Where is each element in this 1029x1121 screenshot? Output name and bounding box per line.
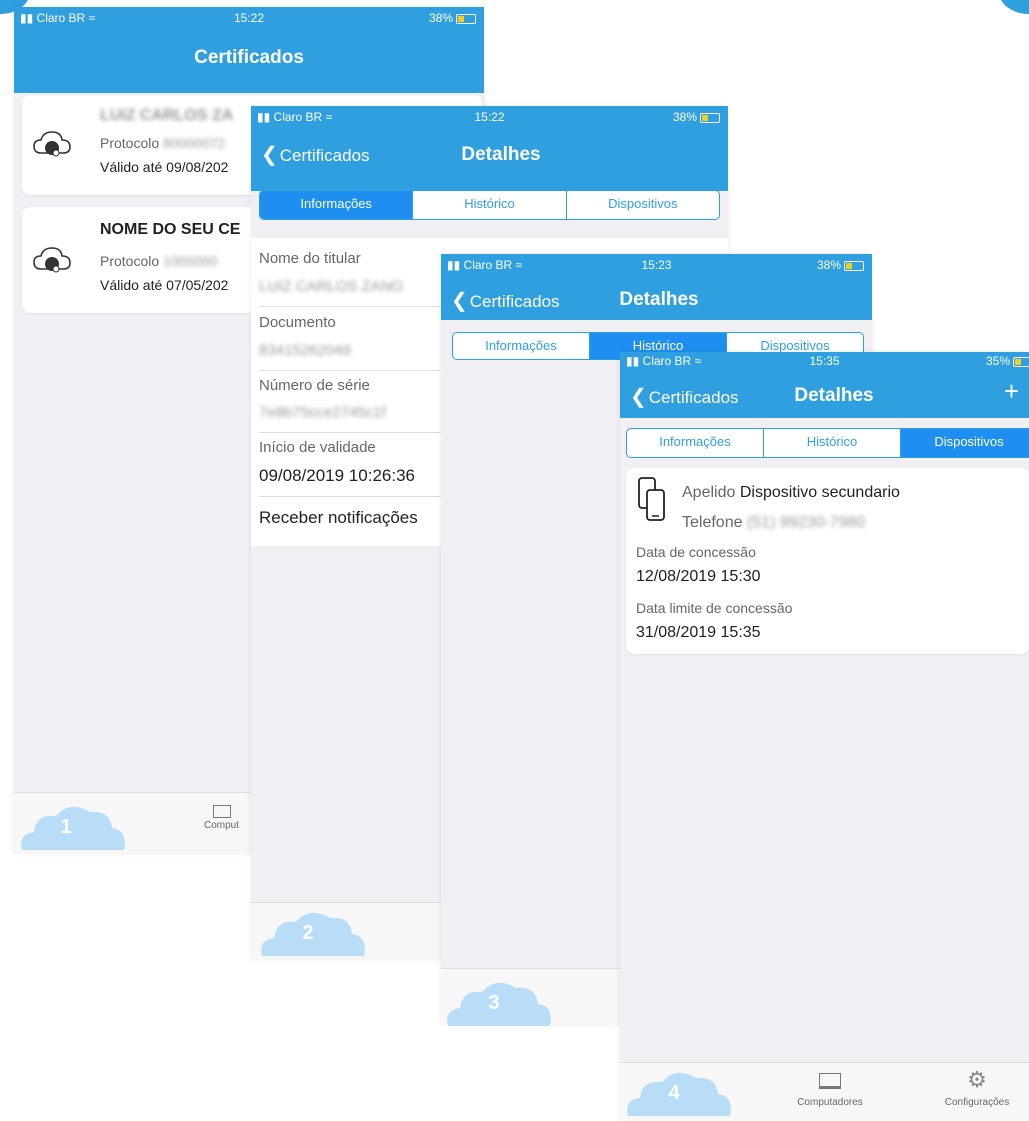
tab-historico[interactable]: Histórico xyxy=(412,191,565,219)
grant-label: Data de concessão xyxy=(636,544,756,560)
laptop-icon xyxy=(819,1073,841,1089)
status-bar: ▮▮ Claro BR ≈ 15:22 38% xyxy=(251,110,728,126)
cloud-certificate-icon xyxy=(33,131,71,157)
field-value: 83415262049 xyxy=(259,342,351,359)
battery-icon xyxy=(456,13,476,24)
segmented-control: Informações Histórico Dispositivos xyxy=(259,190,720,220)
status-time: 15:23 xyxy=(641,258,672,272)
page-title: Detalhes xyxy=(461,144,541,165)
page-title: Certificados xyxy=(194,47,304,68)
battery-icon xyxy=(700,112,720,123)
limit-value: 31/08/2019 15:35 xyxy=(636,624,761,641)
valid-value: 07/05/202 xyxy=(166,277,229,293)
page-title: Detalhes xyxy=(619,289,699,310)
valid-label: Válido até xyxy=(100,159,163,175)
tab-informacoes[interactable]: Informações xyxy=(260,191,413,219)
status-time: 15:22 xyxy=(474,110,505,124)
valid-value: 09/08/202 xyxy=(166,159,229,175)
tab-dispositivos[interactable]: Dispositivos xyxy=(900,429,1029,457)
tab-settings-label: Configurações xyxy=(944,1097,1010,1108)
status-bar: ▮▮ Claro BR ≈ 15:23 38% xyxy=(441,258,872,274)
tab-computers-label: Computadores xyxy=(797,1097,863,1108)
step-badge-label: 2 xyxy=(302,922,314,944)
valid-row: Válido até 07/05/202 xyxy=(100,277,228,293)
device-card[interactable]: Apelido Dispositivo secundario Telefone … xyxy=(626,468,1029,654)
page-title: Detalhes xyxy=(794,385,874,406)
protocol-label: Protocolo xyxy=(100,253,160,269)
step-badge-label: 3 xyxy=(488,992,500,1014)
protocol-row: Protocolo 1000000 xyxy=(100,253,218,269)
certificate-name: NOME DO SEU CE xyxy=(100,221,241,238)
nick-value: Dispositivo secundario xyxy=(739,484,900,501)
status-time: 15:35 xyxy=(809,354,840,368)
battery-icon xyxy=(844,260,864,271)
nav-header: ▮▮ Claro BR ≈ 15:23 38% ❮ Certificados De… xyxy=(441,254,872,320)
grant-value: 12/08/2019 15:30 xyxy=(636,568,761,585)
field-value: LUIZ CARLOS ZANO xyxy=(259,278,404,295)
tab-dispositivos[interactable]: Dispositivos xyxy=(565,191,719,219)
gear-icon: ⚙ xyxy=(967,1067,987,1092)
valid-label: Válido até xyxy=(100,277,163,293)
status-battery: 38% xyxy=(817,258,864,272)
protocol-value: 80000072 xyxy=(163,135,226,151)
tab-informacoes[interactable]: Informações xyxy=(627,429,763,457)
field-label: Documento xyxy=(259,314,336,331)
status-battery: 35% xyxy=(986,354,1029,368)
tab-historico[interactable]: Histórico xyxy=(763,429,900,457)
status-time: 15:22 xyxy=(233,11,265,25)
step-badge-label: 1 xyxy=(60,816,72,838)
tab-computers[interactable]: Computadores xyxy=(790,1073,870,1108)
status-battery: 38% xyxy=(429,11,476,25)
status-bar: ▮▮ Claro BR ︎≈ 15:22 38% xyxy=(14,11,484,27)
field-value: 7e8b75cce2745c1f xyxy=(259,404,386,421)
limit-label: Data limite de concessão xyxy=(636,600,793,616)
tab-computers-label: Comput xyxy=(204,820,240,831)
nick-label: Apelido xyxy=(682,484,736,501)
tab-informacoes[interactable]: Informações xyxy=(453,333,589,359)
corner-decoration-right xyxy=(999,0,1029,14)
nick-row: Apelido Dispositivo secundario xyxy=(682,484,900,502)
plus-icon[interactable]: + xyxy=(1004,376,1019,407)
field-label: Nome do titular xyxy=(259,250,361,267)
status-bar: ▮▮ Claro BR ≈ 15:35 35% xyxy=(620,354,1029,370)
tab-computers[interactable]: Comput xyxy=(204,805,239,831)
battery-icon xyxy=(1013,356,1029,367)
screen-details-devices: ▮▮ Claro BR ≈ 15:35 35% ❮ Certificados De… xyxy=(620,352,1029,1121)
cloud-certificate-icon xyxy=(33,247,71,273)
protocol-row: Protocolo 80000072 xyxy=(100,135,225,151)
certificate-name: LUIZ CARLOS ZA xyxy=(100,107,234,124)
notifications-toggle-label[interactable]: Receber notificações xyxy=(259,508,418,528)
phone-row: Telefone (51) 99230-7980 xyxy=(682,514,865,532)
protocol-value: 1000000 xyxy=(163,253,218,269)
field-value: 09/08/2019 10:26:36 xyxy=(259,466,415,485)
tab-settings[interactable]: ⚙ Configurações xyxy=(932,1067,1022,1109)
status-battery: 38% xyxy=(673,110,720,124)
nav-header: ▮▮ Claro BR ︎≈ 15:22 38% Certificados xyxy=(14,7,484,93)
field-label: Início de validade xyxy=(259,439,376,456)
phones-icon xyxy=(638,477,665,521)
phone-label: Telefone xyxy=(682,514,743,531)
nav-header: ▮▮ Claro BR ≈ 15:22 38% ❮ Certificados De… xyxy=(251,106,728,191)
field-label: Número de série xyxy=(259,377,370,394)
phone-value: (51) 99230-7980 xyxy=(746,514,866,531)
laptop-icon xyxy=(212,805,231,818)
step-badge-label: 4 xyxy=(668,1082,680,1104)
valid-row: Válido até 09/08/202 xyxy=(100,159,228,175)
segmented-control: Informações Histórico Dispositivos xyxy=(626,428,1029,458)
nav-header: ▮▮ Claro BR ≈ 15:35 35% ❮ Certificados De… xyxy=(620,352,1029,418)
protocol-label: Protocolo xyxy=(100,135,160,151)
